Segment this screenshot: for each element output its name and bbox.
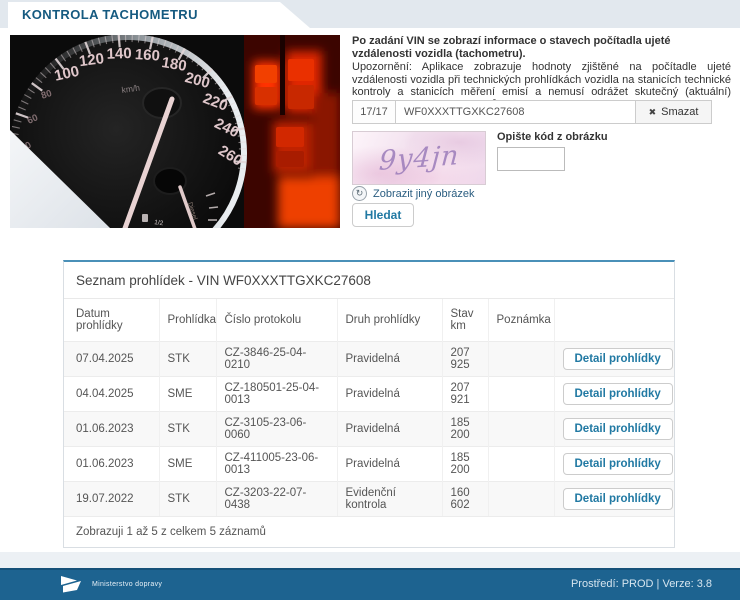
cell-note bbox=[488, 447, 554, 482]
detail-button[interactable]: Detail prohlídky bbox=[563, 453, 673, 475]
detail-button[interactable]: Detail prohlídky bbox=[563, 418, 673, 440]
column-header bbox=[554, 299, 674, 342]
cell-protocol: CZ-180501-25-04-0013 bbox=[216, 377, 337, 412]
column-header: Poznámka bbox=[488, 299, 554, 342]
cell-note bbox=[488, 412, 554, 447]
red-display-glow bbox=[244, 35, 340, 228]
speedometer-photo: 406080100120140160180200220240260 km/h D… bbox=[10, 35, 340, 228]
cell-date: 04.04.2025 bbox=[64, 377, 159, 412]
detail-button[interactable]: Detail prohlídky bbox=[563, 383, 673, 405]
table-row: 07.04.2025STKCZ-3846-25-04-0210Pravideln… bbox=[64, 342, 674, 377]
vin-input[interactable] bbox=[395, 100, 636, 124]
column-header: Prohlídka bbox=[159, 299, 216, 342]
page-title: KONTROLA TACHOMETRU bbox=[22, 7, 198, 22]
cell-type: Pravidelná bbox=[337, 377, 442, 412]
fuel-pump-icon bbox=[142, 214, 148, 222]
cell-km: 185 200 bbox=[442, 447, 488, 482]
clear-vin-button[interactable]: ✖ Smazat bbox=[636, 100, 712, 124]
results-title: Seznam prohlídek - VIN WF0XXXTTGXKC27608 bbox=[64, 262, 674, 299]
page: KONTROLA TACHOMETRU bbox=[0, 0, 740, 600]
captcha-input[interactable] bbox=[497, 147, 565, 171]
results-summary: Zobrazuji 1 až 5 z celkem 5 záznamů bbox=[64, 516, 674, 547]
inspection-table-body: 07.04.2025STKCZ-3846-25-04-0210Pravideln… bbox=[64, 342, 674, 517]
cell-type: Pravidelná bbox=[337, 412, 442, 447]
cell-date: 01.06.2023 bbox=[64, 412, 159, 447]
cell-type: Pravidelná bbox=[337, 342, 442, 377]
cell-station: STK bbox=[159, 342, 216, 377]
cell-date: 19.07.2022 bbox=[64, 482, 159, 517]
column-header: Číslo protokolu bbox=[216, 299, 337, 342]
cell-km: 207 921 bbox=[442, 377, 488, 412]
cell-action: Detail prohlídky bbox=[554, 377, 674, 412]
detail-button[interactable]: Detail prohlídky bbox=[563, 348, 673, 370]
results-panel: Seznam prohlídek - VIN WF0XXXTTGXKC27608… bbox=[63, 260, 675, 548]
cell-protocol: CZ-3846-25-04-0210 bbox=[216, 342, 337, 377]
gauge-number: 140 bbox=[106, 45, 132, 63]
cell-action: Detail prohlídky bbox=[554, 482, 674, 517]
intro-lead: Po zadání VIN se zobrazí informace o sta… bbox=[352, 35, 732, 60]
environment-version: Prostředí: PROD | Verze: 3.8 bbox=[571, 578, 712, 590]
cell-km: 160 602 bbox=[442, 482, 488, 517]
ministry-name: Ministerstvo dopravy bbox=[92, 581, 162, 588]
detail-button[interactable]: Detail prohlídky bbox=[563, 488, 673, 510]
captcha-label: Opište kód z obrázku bbox=[497, 131, 608, 143]
cell-type: Evidenční kontrola bbox=[337, 482, 442, 517]
captcha-code-text: 9y4jn bbox=[378, 140, 460, 177]
footer-bar: Ministerstvo dopravy Prostředí: PROD | V… bbox=[0, 568, 740, 600]
refresh-captcha-link[interactable]: ↻ Zobrazit jiný obrázek bbox=[352, 186, 475, 201]
cell-note bbox=[488, 377, 554, 412]
fuel-half-label: 1/2 bbox=[154, 219, 164, 227]
cell-note bbox=[488, 482, 554, 517]
search-button[interactable]: Hledat bbox=[352, 203, 414, 227]
captcha-image: 9y4jn bbox=[352, 131, 486, 185]
inspections-table: Datum prohlídkyProhlídkaČíslo protokoluD… bbox=[64, 299, 674, 516]
table-row: 04.04.2025SMECZ-180501-25-04-0013Pravide… bbox=[64, 377, 674, 412]
clear-vin-label: Smazat bbox=[661, 106, 698, 118]
table-row: 01.06.2023SMECZ-411005-23-06-0013Pravide… bbox=[64, 447, 674, 482]
table-row: 19.07.2022STKCZ-3203-22-07-0438Evidenční… bbox=[64, 482, 674, 517]
cell-km: 207 925 bbox=[442, 342, 488, 377]
cell-station: STK bbox=[159, 412, 216, 447]
refresh-captcha-label: Zobrazit jiný obrázek bbox=[373, 188, 475, 200]
cell-date: 01.06.2023 bbox=[64, 447, 159, 482]
table-header-row: Datum prohlídkyProhlídkaČíslo protokoluD… bbox=[64, 299, 674, 342]
gauge-number: 160 bbox=[134, 46, 160, 65]
cell-type: Pravidelná bbox=[337, 447, 442, 482]
cell-station: SME bbox=[159, 447, 216, 482]
gauge-number: 120 bbox=[78, 50, 105, 70]
cell-protocol: CZ-411005-23-06-0013 bbox=[216, 447, 337, 482]
cell-action: Detail prohlídky bbox=[554, 447, 674, 482]
column-header: Druh prohlídky bbox=[337, 299, 442, 342]
cell-station: SME bbox=[159, 377, 216, 412]
column-header: Stav km bbox=[442, 299, 488, 342]
cell-date: 07.04.2025 bbox=[64, 342, 159, 377]
cell-action: Detail prohlídky bbox=[554, 412, 674, 447]
column-header: Datum prohlídky bbox=[64, 299, 159, 342]
cell-protocol: CZ-3203-22-07-0438 bbox=[216, 482, 337, 517]
cell-km: 185 200 bbox=[442, 412, 488, 447]
cell-action: Detail prohlídky bbox=[554, 342, 674, 377]
ministry-logo-icon bbox=[58, 574, 86, 594]
table-row: 01.06.2023STKCZ-3105-23-06-0060Pravideln… bbox=[64, 412, 674, 447]
cell-protocol: CZ-3105-23-06-0060 bbox=[216, 412, 337, 447]
cell-note bbox=[488, 342, 554, 377]
cell-station: STK bbox=[159, 482, 216, 517]
refresh-icon: ↻ bbox=[352, 186, 367, 201]
x-icon: ✖ bbox=[649, 107, 657, 118]
gauge-hub bbox=[143, 88, 181, 118]
vin-input-group: 17/17 ✖ Smazat bbox=[352, 100, 712, 124]
vin-char-counter: 17/17 bbox=[352, 100, 395, 124]
